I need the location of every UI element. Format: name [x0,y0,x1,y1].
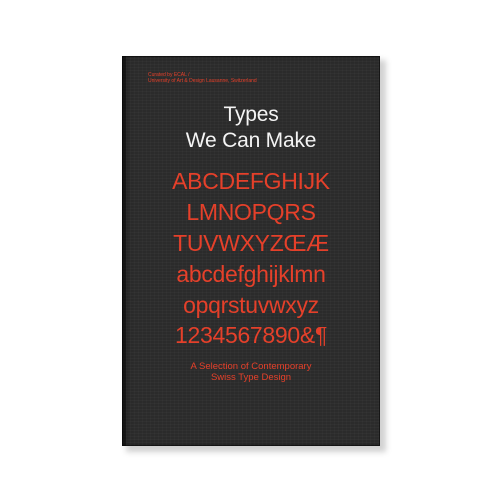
specimen-uppercase-1: ABCDEFGHIJK [172,168,330,194]
credit-line-2: University of Art & Design Lausanne, Swi… [148,78,257,84]
subtitle-line-2: Swiss Type Design [210,372,292,383]
book-cover: Curated by ECAL / University of Art & De… [122,56,380,446]
product-image: Curated by ECAL / University of Art & De… [0,0,493,493]
specimen-uppercase-2: LMNOPQRS [186,199,316,225]
specimen-lowercase-1: abcdefghijklmn [176,261,326,287]
title-line-2: We Can Make [185,129,317,152]
credit-text: Curated by ECAL / University of Art & De… [148,72,257,84]
specimen-lowercase-2: opqrstuvwxyz [183,292,319,318]
specimen-uppercase-3: TUVWXYZŒÆ [173,230,329,256]
title-line-1: Types [223,103,279,126]
specimen-figures: 1234567890&¶ [174,322,327,348]
subtitle-line-1: A Selection of Contemporary [190,361,312,372]
